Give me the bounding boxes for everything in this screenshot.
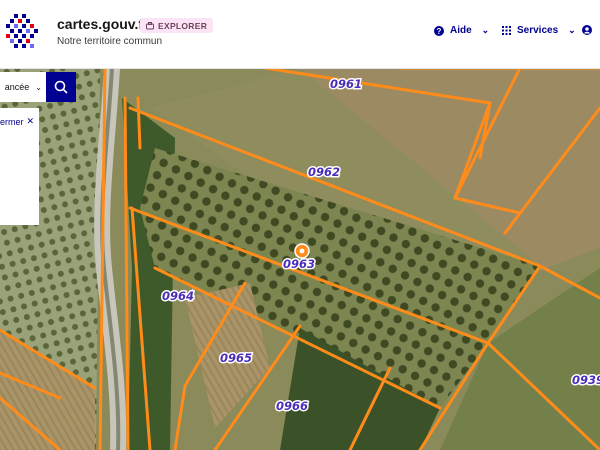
search-control: ancée ⌄ bbox=[0, 72, 76, 102]
parcel-label-0965[interactable]: 0965 bbox=[219, 350, 254, 367]
logo-icon[interactable] bbox=[4, 12, 40, 52]
badge-label: EXPLORER bbox=[158, 20, 208, 31]
parcel-label-0963[interactable]: 0963 bbox=[282, 256, 317, 273]
nav-account[interactable] bbox=[582, 25, 592, 35]
location-marker-icon[interactable] bbox=[294, 243, 310, 259]
explorer-icon bbox=[146, 21, 154, 29]
close-panel-label: ermer bbox=[0, 116, 24, 127]
parcel-label-0962[interactable]: 0962 bbox=[307, 164, 342, 181]
parcel-label-0964[interactable]: 0964 bbox=[161, 288, 196, 305]
search-button[interactable] bbox=[46, 72, 76, 102]
search-mode-select[interactable]: ancée ⌄ bbox=[0, 72, 46, 102]
account-icon bbox=[582, 25, 592, 35]
chevron-down-icon: ⌄ bbox=[35, 82, 42, 92]
nav-help-label: Aide bbox=[450, 25, 472, 36]
header: cartes.gouv.fr EXPLORER Notre territoire… bbox=[0, 0, 600, 69]
nav-help[interactable]: ? Aide ⌄ bbox=[434, 25, 489, 36]
map-view[interactable]: 0961 0962 0963 0964 0965 0966 0939 bbox=[0, 68, 600, 450]
nav-services[interactable]: Services ⌄ bbox=[502, 25, 576, 36]
svg-text:?: ? bbox=[437, 27, 442, 36]
grid-icon bbox=[502, 26, 511, 35]
help-icon: ? bbox=[434, 25, 444, 36]
tagline: Notre territoire commun bbox=[57, 36, 163, 47]
chevron-down-icon: ⌄ bbox=[481, 25, 490, 35]
search-icon bbox=[54, 80, 68, 94]
parcel-label-0961[interactable]: 0961 bbox=[329, 76, 364, 93]
chevron-down-icon: ⌄ bbox=[568, 25, 576, 35]
side-panel: ermer ✕ bbox=[0, 108, 39, 225]
close-icon: ✕ bbox=[26, 116, 35, 126]
parcel-label-0966[interactable]: 0966 bbox=[275, 398, 310, 415]
explorer-badge: EXPLORER bbox=[140, 18, 214, 33]
map-canvas[interactable]: 0961 0962 0963 0964 0965 0966 0939 bbox=[0, 68, 600, 450]
close-panel-button[interactable]: ermer ✕ bbox=[0, 116, 34, 127]
brand-title[interactable]: cartes.gouv.fr bbox=[57, 16, 149, 32]
parcel-label-0939[interactable]: 0939 bbox=[571, 372, 600, 389]
search-mode-label: ancée bbox=[4, 82, 30, 92]
nav-services-label: Services bbox=[517, 25, 559, 36]
